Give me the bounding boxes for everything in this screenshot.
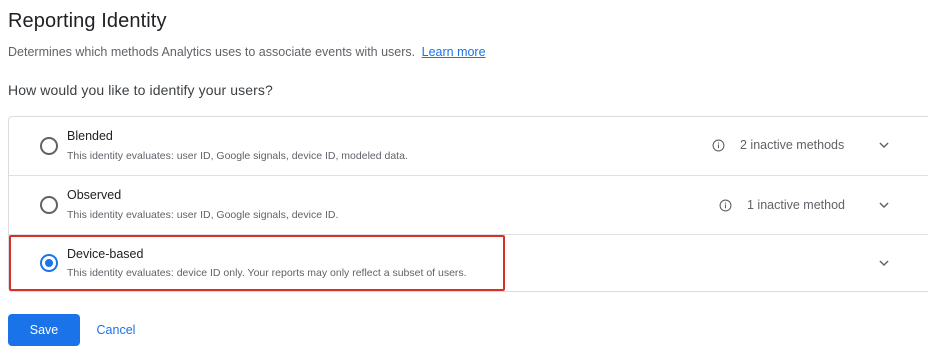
identify-users-question: How would you like to identify your user… xyxy=(8,82,273,98)
reporting-identity-options: Blended This identity evaluates: user ID… xyxy=(8,116,928,292)
radio-blended[interactable] xyxy=(40,137,58,155)
inactive-methods-count: 2 inactive methods xyxy=(740,138,845,152)
option-blended[interactable]: Blended This identity evaluates: user ID… xyxy=(9,117,928,175)
learn-more-link[interactable]: Learn more xyxy=(422,45,486,59)
cancel-button[interactable]: Cancel xyxy=(88,314,144,346)
save-button[interactable]: Save xyxy=(8,314,80,346)
inactive-methods-count: 1 inactive method xyxy=(747,198,845,212)
option-device-based[interactable]: Device-based This identity evaluates: de… xyxy=(9,234,928,292)
info-icon xyxy=(712,139,725,152)
option-title: Observed xyxy=(67,188,122,202)
option-description: This identity evaluates: user ID, Google… xyxy=(67,209,339,221)
page-title: Reporting Identity xyxy=(8,10,167,32)
page-description: Determines which methods Analytics uses … xyxy=(8,45,486,59)
description-text: Determines which methods Analytics uses … xyxy=(8,45,416,59)
option-description: This identity evaluates: user ID, Google… xyxy=(67,150,408,162)
chevron-down-icon[interactable] xyxy=(877,256,891,270)
option-title: Device-based xyxy=(67,247,144,261)
info-icon xyxy=(719,199,732,212)
radio-device-based[interactable] xyxy=(40,254,58,272)
chevron-down-icon[interactable] xyxy=(877,198,891,212)
radio-observed[interactable] xyxy=(40,196,58,214)
option-title: Blended xyxy=(67,129,113,143)
chevron-down-icon[interactable] xyxy=(877,138,891,152)
option-description: This identity evaluates: device ID only.… xyxy=(67,267,467,279)
option-observed[interactable]: Observed This identity evaluates: user I… xyxy=(9,175,928,234)
